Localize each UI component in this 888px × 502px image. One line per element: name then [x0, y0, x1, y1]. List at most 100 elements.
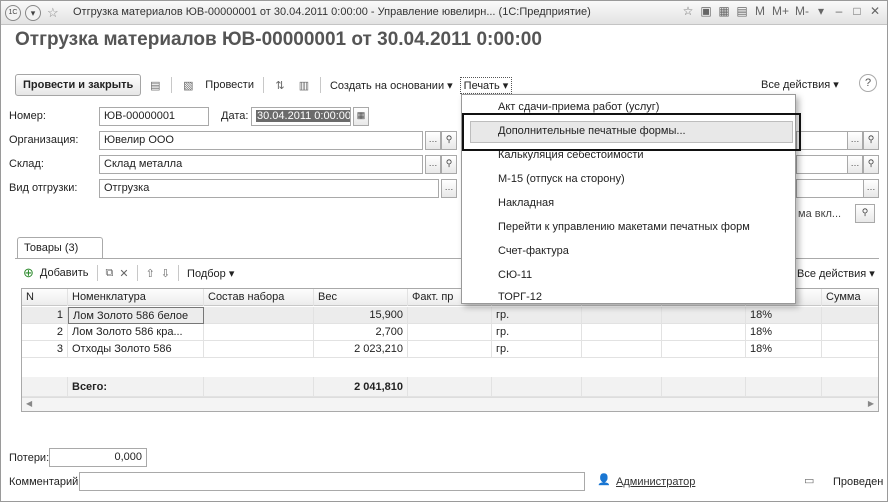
column-header[interactable]: Номенклатура [68, 289, 204, 306]
row-cell[interactable] [662, 341, 746, 358]
contract-open-icon[interactable]: ⚲ [863, 155, 879, 174]
row-name[interactable]: Лом Золото 586 белое [68, 307, 204, 324]
report-icon[interactable]: ▥ [294, 75, 314, 95]
organization-field[interactable]: Ювелир ООО [99, 131, 423, 150]
row-set[interactable] [204, 341, 314, 358]
organization-select-icon[interactable]: … [425, 131, 441, 150]
row-vat[interactable]: 18% [746, 341, 822, 358]
menu-arrow-icon[interactable]: ▾ [25, 5, 41, 21]
post-button[interactable]: Провести [202, 79, 257, 91]
row-set[interactable] [204, 324, 314, 341]
print-menu-item-manage-templates[interactable]: Перейти к управлению макетами печатных ф… [498, 221, 750, 233]
row-sum[interactable] [822, 324, 878, 341]
movements-icon[interactable]: ⇅ [270, 75, 290, 95]
horizontal-scrollbar[interactable]: ◀ ▶ [22, 397, 878, 411]
move-up-icon[interactable]: ⇧ [146, 267, 155, 280]
column-header[interactable]: Сумма [822, 289, 878, 306]
print-menu-item-torg12[interactable]: ТОРГ-12 [498, 291, 542, 303]
selection-button[interactable]: Подбор ▾ [187, 267, 234, 280]
calendar-picker-icon[interactable]: ▦ [353, 107, 369, 126]
memory-m-button[interactable]: M [754, 4, 766, 18]
row-cell[interactable] [662, 307, 746, 324]
row-cell[interactable] [582, 307, 662, 324]
post-and-close-button[interactable]: Провести и закрыть [15, 74, 142, 96]
row-weight[interactable]: 2,700 [314, 324, 408, 341]
print-button[interactable]: Печать ▾ [459, 76, 513, 94]
total-cell [662, 377, 746, 397]
price-type-select-icon[interactable]: … [863, 179, 879, 198]
row-name[interactable]: Лом Золото 586 кра... [68, 324, 204, 341]
counterparty-open-icon[interactable]: ⚲ [863, 131, 879, 150]
copy-icon[interactable]: ⧉ [106, 267, 114, 280]
add-button[interactable]: Добавить [40, 267, 89, 279]
warehouse-field[interactable]: Склад металла [99, 155, 423, 174]
favorite-star-icon[interactable]: ☆ [47, 5, 59, 21]
row-fact[interactable] [408, 341, 492, 358]
goods-table[interactable]: N Номенклатура Состав набора Вес Факт. п… [21, 288, 879, 412]
shipment-type-field[interactable]: Отгрузка [99, 179, 439, 198]
table-all-actions-button[interactable]: Все действия ▾ [797, 267, 875, 280]
row-unit[interactable]: гр. [492, 341, 582, 358]
row-weight[interactable]: 15,900 [314, 307, 408, 324]
row-fact[interactable] [408, 324, 492, 341]
help-icon[interactable]: ? [859, 74, 877, 92]
dropdown-icon[interactable]: ▾ [815, 4, 827, 18]
row-unit[interactable]: гр. [492, 324, 582, 341]
scroll-right-icon[interactable]: ▶ [868, 399, 874, 408]
table-row[interactable]: 3 Отходы Золото 586 2 023,210 гр. 18% [22, 341, 878, 358]
row-vat[interactable]: 18% [746, 307, 822, 324]
column-header[interactable]: Состав набора [204, 289, 314, 306]
row-name[interactable]: Отходы Золото 586 [68, 341, 204, 358]
favorite-icon[interactable]: ☆ [682, 4, 694, 18]
row-unit[interactable]: гр. [492, 307, 582, 324]
delete-icon[interactable]: ✕ [119, 267, 128, 280]
row-cell[interactable] [582, 324, 662, 341]
total-cell [204, 377, 314, 397]
shipment-type-select-icon[interactable]: … [441, 179, 457, 198]
print-menu-item-m15[interactable]: М-15 (отпуск на сторону) [498, 173, 625, 185]
print-menu-item-additional-forms[interactable]: Дополнительные печатные формы... [498, 125, 686, 137]
number-field[interactable]: ЮВ-00000001 [99, 107, 209, 126]
row-weight[interactable]: 2 023,210 [314, 341, 408, 358]
move-down-icon[interactable]: ⇩ [161, 267, 170, 280]
print-menu-item-invoice[interactable]: Накладная [498, 197, 554, 209]
minimize-icon[interactable]: – [833, 4, 845, 18]
author-link[interactable]: Администратор [616, 476, 695, 488]
organization-open-icon[interactable]: ⚲ [441, 131, 457, 150]
close-icon[interactable]: ✕ [869, 4, 881, 18]
memory-minus-button[interactable]: M- [795, 4, 809, 18]
row-cell[interactable] [582, 341, 662, 358]
tab-goods[interactable]: Товары (3) [17, 237, 103, 259]
print-menu-item-syu11[interactable]: СЮ-11 [498, 269, 532, 281]
warehouse-select-icon[interactable]: … [425, 155, 441, 174]
grid-icon[interactable]: ▦ [718, 4, 730, 18]
table-row[interactable]: 1 Лом Золото 586 белое 15,900 гр. 18% [22, 307, 878, 324]
print-menu-item-act[interactable]: Акт сдачи-приема работ (услуг) [498, 101, 659, 113]
row-sum[interactable] [822, 341, 878, 358]
prices-search-icon[interactable]: ⚲ [855, 204, 875, 223]
scroll-left-icon[interactable]: ◀ [26, 399, 32, 408]
create-based-on-button[interactable]: Создать на основании ▾ [327, 79, 456, 92]
history-icon[interactable]: ▣ [700, 4, 712, 18]
warehouse-open-icon[interactable]: ⚲ [441, 155, 457, 174]
counterparty-select-icon[interactable]: … [847, 131, 863, 150]
column-header[interactable]: Вес [314, 289, 408, 306]
memory-plus-button[interactable]: M+ [772, 4, 789, 18]
table-row[interactable]: 2 Лом Золото 586 кра... 2,700 гр. 18% [22, 324, 878, 341]
maximize-icon[interactable]: □ [851, 4, 863, 18]
row-vat[interactable]: 18% [746, 324, 822, 341]
contract-select-icon[interactable]: … [847, 155, 863, 174]
row-fact[interactable] [408, 307, 492, 324]
print-menu-item-tax-invoice[interactable]: Счет-фактура [498, 245, 569, 257]
app-logo-icon[interactable]: 1С [5, 5, 21, 21]
save-icon[interactable]: ▤ [145, 75, 165, 95]
comment-field[interactable] [79, 472, 585, 491]
calendar-icon[interactable]: ▤ [736, 4, 748, 18]
date-field[interactable]: 30.04.2011 0:00:00 [251, 107, 351, 126]
row-sum[interactable] [822, 307, 878, 324]
column-header[interactable]: N [22, 289, 68, 306]
losses-field[interactable]: 0,000 [49, 448, 147, 467]
all-actions-button[interactable]: Все действия ▾ [761, 78, 839, 91]
row-set[interactable] [204, 307, 314, 324]
row-cell[interactable] [662, 324, 746, 341]
